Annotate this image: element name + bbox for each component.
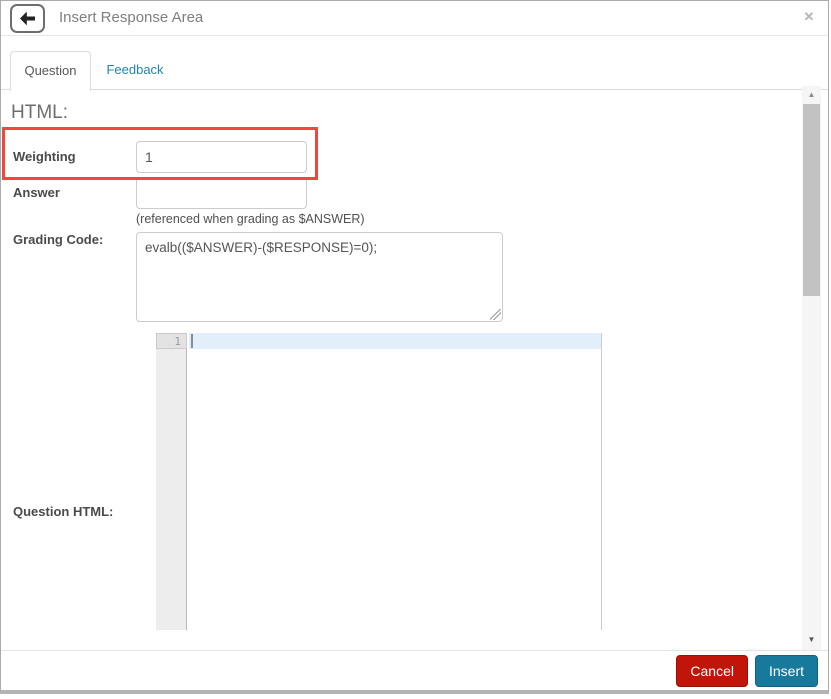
question-html-editor[interactable]: 1 xyxy=(156,333,602,630)
scroll-down-icon: ▼ xyxy=(808,635,816,644)
dialog-header: Insert Response Area ✕ xyxy=(1,1,828,36)
weighting-label: Weighting xyxy=(13,149,76,164)
grading-code-textarea[interactable]: evalb(($ANSWER)-($RESPONSE)=0); xyxy=(136,232,503,322)
close-button[interactable]: ✕ xyxy=(799,7,819,27)
back-button[interactable] xyxy=(10,4,45,33)
scrollbar-thumb[interactable] xyxy=(803,104,820,296)
tab-question[interactable]: Question xyxy=(10,51,91,91)
cancel-button[interactable]: Cancel xyxy=(676,655,748,687)
editor-active-line xyxy=(189,333,601,349)
scroll-up-button[interactable]: ▲ xyxy=(802,88,821,102)
editor-line-number: 1 xyxy=(156,333,187,349)
scroll-up-icon: ▲ xyxy=(808,90,816,99)
weighting-input[interactable] xyxy=(136,141,307,173)
answer-hint: (referenced when grading as $ANSWER) xyxy=(136,212,365,226)
editor-gutter: 1 xyxy=(156,333,187,630)
close-icon: ✕ xyxy=(804,9,815,24)
text-cursor-icon xyxy=(191,334,193,348)
tab-question-label: Question xyxy=(24,63,76,78)
answer-input[interactable] xyxy=(136,177,307,209)
dialog-footer: Cancel Insert xyxy=(1,650,828,690)
answer-label: Answer xyxy=(13,185,60,200)
dialog-title: Insert Response Area xyxy=(59,1,203,36)
scrollbar-track[interactable]: ▲ ▼ xyxy=(802,86,821,651)
tab-feedback-label: Feedback xyxy=(106,62,163,77)
insert-response-area-dialog: Insert Response Area ✕ Question Feedback… xyxy=(0,0,829,694)
insert-button[interactable]: Insert xyxy=(755,655,818,687)
resize-handle-icon[interactable] xyxy=(490,309,501,320)
back-arrow-icon xyxy=(19,11,36,26)
scroll-down-button[interactable]: ▼ xyxy=(802,633,821,647)
html-section-heading: HTML: xyxy=(11,102,68,124)
grading-code-label: Grading Code: xyxy=(13,232,103,247)
tab-feedback[interactable]: Feedback xyxy=(97,51,173,90)
question-html-label: Question HTML: xyxy=(13,504,113,519)
